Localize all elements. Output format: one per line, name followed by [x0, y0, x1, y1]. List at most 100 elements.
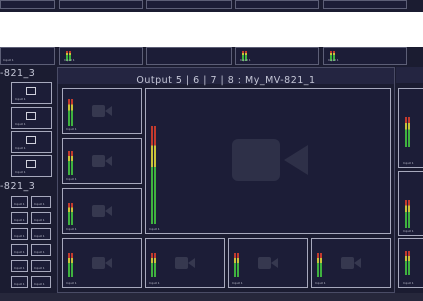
video-camera-icon: [341, 257, 361, 269]
left-tile-3[interactable]: Input 1: [11, 131, 52, 153]
input-tile-2[interactable]: Input 1: [62, 138, 142, 184]
left-small-2[interactable]: Input 1: [31, 196, 51, 208]
left-output-title-2: -821_3: [0, 181, 36, 192]
top-strip: [0, 0, 423, 12]
video-camera-icon: [258, 257, 278, 269]
audio-meter: [405, 200, 410, 228]
input-tile-7[interactable]: Input 1: [311, 238, 391, 288]
right-panel: Input 1 Input 1 Input 1: [396, 67, 423, 293]
tile-label: Input 1: [3, 58, 14, 62]
tile-label: Input 1: [66, 177, 77, 181]
middle-strip: Input 1 Input 1 Input 1 Input 1: [0, 47, 423, 67]
tile-label: Input 1: [14, 282, 25, 286]
tile-label: Input 1: [14, 250, 25, 254]
tile-label: Input 1: [403, 281, 414, 285]
tile-label: Input 1: [403, 229, 414, 233]
video-camera-icon: [92, 257, 112, 269]
tile-label: Input 1: [34, 266, 45, 270]
video-camera-icon: [92, 205, 112, 217]
output-title: Output 5 | 6 | 7 | 8 : My_MV-821_1: [136, 75, 316, 86]
right-tile-1[interactable]: Input 1: [398, 88, 423, 168]
tile-label: Input 1: [15, 146, 26, 150]
tile-label: Input 1: [149, 281, 160, 285]
tile-thumbnail: [26, 87, 36, 95]
left-small-7[interactable]: Input 1: [11, 244, 28, 256]
right-tile-3[interactable]: Input 1: [398, 238, 423, 288]
tile-label: Input 1: [34, 234, 45, 238]
audio-meter: [68, 253, 73, 277]
tile-thumbnail: [26, 136, 36, 144]
video-camera-icon: [92, 155, 112, 167]
tile-mid-1[interactable]: Input 1: [0, 47, 55, 65]
left-small-11[interactable]: Input 1: [11, 276, 28, 288]
left-small-5[interactable]: Input 1: [11, 228, 28, 240]
right-title-bar: [396, 67, 423, 83]
left-small-3[interactable]: Input 1: [11, 212, 28, 224]
audio-meter: [68, 203, 73, 225]
tile-label: Input 1: [66, 227, 77, 231]
tile-label: Input 1: [15, 170, 26, 174]
tile-label: Input 1: [34, 202, 45, 206]
left-tile-1[interactable]: Input 1: [11, 82, 52, 104]
audio-meter: [234, 253, 239, 277]
left-small-1[interactable]: Input 1: [11, 196, 28, 208]
input-tile-3[interactable]: Input 1: [62, 188, 142, 234]
tile-label: Input 1: [34, 282, 45, 286]
audio-meter: [405, 117, 410, 147]
tile-label: Input 1: [14, 218, 25, 222]
left-tile-2[interactable]: Input 1: [11, 107, 52, 129]
input-tile-1[interactable]: Input 1: [62, 88, 142, 134]
left-small-10[interactable]: Input 1: [31, 260, 51, 272]
left-tile-4[interactable]: Input 1: [11, 155, 52, 177]
left-panel-bottom: Input 1 Input 1 Input 1 Input 1 Input 1 …: [0, 196, 56, 288]
tile-label: Input 1: [34, 218, 45, 222]
tile-label: Input 1: [315, 281, 326, 285]
tile-top-4[interactable]: [235, 0, 319, 9]
tile-top-2[interactable]: [59, 0, 143, 9]
tile-label: Input 1: [66, 127, 77, 131]
left-output-title: -821_3: [0, 68, 36, 79]
output-title-bar: Output 5 | 6 | 7 | 8 : My_MV-821_1: [58, 68, 394, 86]
tile-label: Input 1: [232, 281, 243, 285]
left-small-4[interactable]: Input 1: [31, 212, 51, 224]
tile-top-1[interactable]: [0, 0, 55, 9]
left-small-12[interactable]: Input 1: [31, 276, 51, 288]
tile-label: Input 1: [328, 58, 339, 62]
tile-top-5[interactable]: [323, 0, 407, 9]
tile-label: Input 1: [240, 58, 251, 62]
left-small-8[interactable]: Input 1: [31, 244, 51, 256]
left-panel-top: Input 1 Input 1 Input 1 Input 1: [0, 82, 56, 178]
video-camera-icon: [92, 105, 112, 117]
audio-meter: [151, 126, 156, 224]
tile-label: Input 1: [14, 202, 25, 206]
right-tile-2[interactable]: Input 1: [398, 171, 423, 236]
tile-label: Input 1: [64, 58, 75, 62]
input-tile-5[interactable]: Input 1: [145, 238, 225, 288]
tile-thumbnail: [26, 160, 36, 168]
audio-meter: [317, 253, 322, 277]
audio-meter: [151, 253, 156, 277]
bottom-strip: [0, 293, 423, 301]
tile-top-3[interactable]: [146, 0, 232, 9]
input-tile-6[interactable]: Input 1: [228, 238, 308, 288]
tile-label: Input 1: [14, 266, 25, 270]
tile-thumbnail: [26, 112, 36, 120]
tile-label: Input 1: [14, 234, 25, 238]
tile-label: Input 1: [15, 122, 26, 126]
tile-mid-4[interactable]: Input 1: [235, 47, 319, 65]
audio-meter: [68, 151, 73, 175]
tile-label: Input 1: [34, 250, 45, 254]
main-program-tile[interactable]: Input 1: [145, 88, 391, 234]
left-small-6[interactable]: Input 1: [31, 228, 51, 240]
audio-meter: [68, 99, 73, 126]
left-small-9[interactable]: Input 1: [11, 260, 28, 272]
input-tile-4[interactable]: Input 1: [62, 238, 142, 288]
tile-mid-3[interactable]: [146, 47, 232, 65]
tile-label: Input 1: [403, 161, 414, 165]
video-camera-icon: [175, 257, 195, 269]
tile-mid-5[interactable]: Input 1: [323, 47, 407, 65]
audio-meter: [405, 251, 410, 275]
tile-label: Input 1: [66, 281, 77, 285]
video-camera-icon: [232, 139, 308, 181]
tile-mid-2[interactable]: Input 1: [59, 47, 143, 65]
